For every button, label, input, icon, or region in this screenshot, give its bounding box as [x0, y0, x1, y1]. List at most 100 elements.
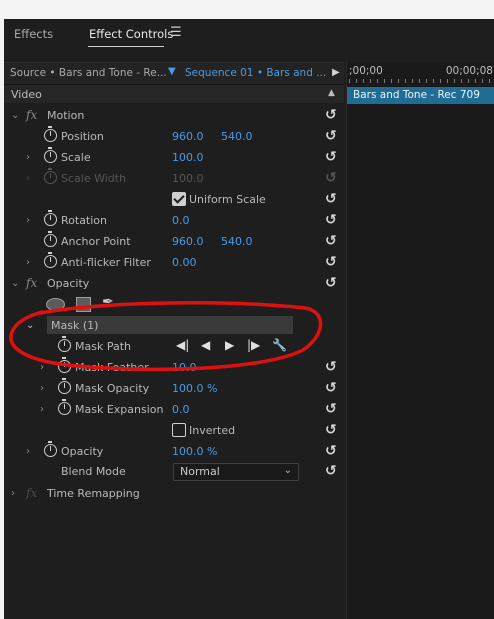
stopwatch-icon[interactable] [44, 126, 57, 142]
reset-icon[interactable]: ↺ [325, 359, 337, 375]
stopwatch-icon[interactable] [58, 357, 71, 373]
play-icon[interactable]: ▶ [332, 67, 340, 78]
stopwatch-icon[interactable] [58, 378, 71, 394]
hamburger-menu-icon[interactable]: ☰ [170, 25, 182, 40]
active-tab-underline [88, 46, 164, 47]
stopwatch-icon[interactable] [44, 441, 57, 457]
clip-bar[interactable]: Bars and Tone - Rec 709 [347, 87, 494, 104]
ellipse-mask-icon[interactable] [46, 298, 65, 311]
chevron-right-icon[interactable]: › [40, 404, 44, 415]
chevron-right-icon[interactable]: › [26, 152, 30, 163]
scale-row: › Scale 100.0 ↺ [4, 147, 344, 169]
video-section-label: Video [11, 88, 42, 101]
time-remapping-label: Time Remapping [47, 487, 140, 500]
mask-row[interactable]: ⌄ Mask (1) [4, 316, 344, 337]
chevron-down-icon[interactable]: ▼ [168, 66, 176, 77]
reset-icon[interactable]: ↺ [325, 128, 337, 144]
motion-label: Motion [47, 109, 85, 122]
mask-opacity-value[interactable]: 100.0 % [172, 382, 217, 395]
pen-mask-icon[interactable]: ✒ [102, 294, 114, 310]
mask-feather-label: Mask Feather [75, 361, 149, 374]
chevron-down-icon[interactable]: ⌄ [11, 278, 19, 289]
rotation-value[interactable]: 0.0 [172, 214, 190, 227]
reset-icon[interactable]: ↺ [325, 254, 337, 270]
stopwatch-icon[interactable] [44, 147, 57, 163]
track-backward-all-icon[interactable]: ◀| [176, 338, 189, 352]
time-remapping-row[interactable]: › fx Time Remapping [4, 484, 344, 505]
tab-effect-controls[interactable]: Effect Controls [89, 27, 173, 41]
track-forward-icon[interactable]: ▶ [225, 338, 234, 352]
reset-icon[interactable]: ↺ [325, 275, 337, 291]
scale-width-row: › Scale Width 100.0 ↺ [4, 168, 344, 190]
fx-icon: fx [26, 486, 38, 500]
timecode-start: ;00;00 [349, 65, 383, 77]
scale-value[interactable]: 100.0 [172, 151, 204, 164]
reset-icon[interactable]: ↺ [325, 422, 337, 438]
mask-path-label: Mask Path [75, 340, 131, 353]
track-backward-icon[interactable]: ◀ [201, 338, 210, 352]
motion-effect-row[interactable]: ⌄ fx Motion ↺ [4, 106, 344, 127]
mask-feather-row: › Mask Feather 10.0 ↺ [4, 357, 344, 379]
effect-timeline[interactable]: ;00;00 00;00;08 Bars and Tone - Rec 709 [346, 62, 494, 619]
stopwatch-icon[interactable] [44, 252, 57, 268]
reset-icon[interactable]: ↺ [325, 212, 337, 228]
blend-mode-dropdown[interactable]: Normal ⌄ [173, 463, 299, 481]
stopwatch-icon[interactable] [58, 399, 71, 415]
collapse-up-icon[interactable]: ▲ [328, 88, 335, 98]
blend-mode-row: Blend Mode Normal ⌄ ↺ [4, 462, 344, 483]
reset-icon[interactable]: ↺ [325, 107, 337, 123]
chevron-right-icon[interactable]: › [40, 362, 44, 373]
chevron-right-icon[interactable]: › [40, 383, 44, 394]
wrench-icon[interactable]: 🔧 [272, 338, 287, 352]
chevron-right-icon[interactable]: › [26, 257, 30, 268]
chevron-right-icon[interactable]: › [26, 446, 30, 457]
fx-icon[interactable]: fx [26, 108, 37, 122]
mask-feather-value[interactable]: 10.0 [172, 361, 197, 374]
reset-icon[interactable]: ↺ [325, 233, 337, 249]
opacity-effect-row[interactable]: ⌄ fx Opacity ↺ [4, 274, 344, 295]
reset-icon[interactable]: ↺ [325, 191, 337, 207]
mask-expansion-value[interactable]: 0.0 [172, 403, 190, 416]
reset-icon[interactable]: ↺ [325, 149, 337, 165]
anchor-y-value[interactable]: 540.0 [221, 235, 253, 248]
fx-icon[interactable]: fx [26, 276, 37, 290]
mask-expansion-label: Mask Expansion [75, 403, 164, 416]
stopwatch-icon[interactable] [58, 336, 71, 352]
anti-flicker-label: Anti-flicker Filter [61, 256, 151, 269]
stopwatch-icon[interactable] [44, 210, 57, 226]
mask-path-row: Mask Path ◀| ◀ ▶ |▶ 🔧 [4, 336, 344, 358]
mask-expansion-row: › Mask Expansion 0.0 ↺ [4, 399, 344, 421]
uniform-scale-row: Uniform Scale ↺ [4, 190, 344, 211]
reset-icon[interactable]: ↺ [325, 463, 337, 479]
anchor-x-value[interactable]: 960.0 [172, 235, 204, 248]
track-forward-all-icon[interactable]: |▶ [247, 338, 260, 352]
mask-label: Mask (1) [51, 319, 99, 332]
position-x-value[interactable]: 960.0 [172, 130, 204, 143]
rectangle-mask-icon[interactable] [76, 297, 91, 312]
anchor-point-row: Anchor Point 960.0 540.0 ↺ [4, 231, 344, 253]
chevron-down-icon[interactable]: ⌄ [26, 320, 34, 331]
source-selector[interactable]: Source • Bars and Tone - Re... [10, 67, 167, 79]
inverted-label: Inverted [189, 424, 236, 437]
mask-opacity-row: › Mask Opacity 100.0 % ↺ [4, 378, 344, 400]
chevron-down-icon[interactable]: ⌄ [11, 110, 19, 121]
mask-opacity-label: Mask Opacity [75, 382, 150, 395]
position-row: Position 960.0 540.0 ↺ [4, 126, 344, 148]
inverted-checkbox[interactable] [172, 423, 186, 437]
chevron-right-icon[interactable]: › [11, 488, 15, 499]
time-ruler[interactable] [349, 79, 493, 83]
position-label: Position [61, 130, 104, 143]
stopwatch-icon[interactable] [44, 231, 57, 247]
tab-effects[interactable]: Effects [14, 27, 53, 41]
chevron-right-icon[interactable]: › [26, 215, 30, 226]
opacity-value[interactable]: 100.0 % [172, 445, 217, 458]
reset-icon[interactable]: ↺ [325, 380, 337, 396]
sequence-selector[interactable]: Sequence 01 • Bars and ... [185, 67, 326, 79]
blend-mode-label: Blend Mode [61, 465, 126, 478]
reset-icon[interactable]: ↺ [325, 443, 337, 459]
timecode-end: 00;00;08 [445, 65, 493, 77]
anti-flicker-value[interactable]: 0.00 [172, 256, 197, 269]
position-y-value[interactable]: 540.0 [221, 130, 253, 143]
uniform-scale-checkbox[interactable] [172, 192, 186, 206]
reset-icon[interactable]: ↺ [325, 401, 337, 417]
